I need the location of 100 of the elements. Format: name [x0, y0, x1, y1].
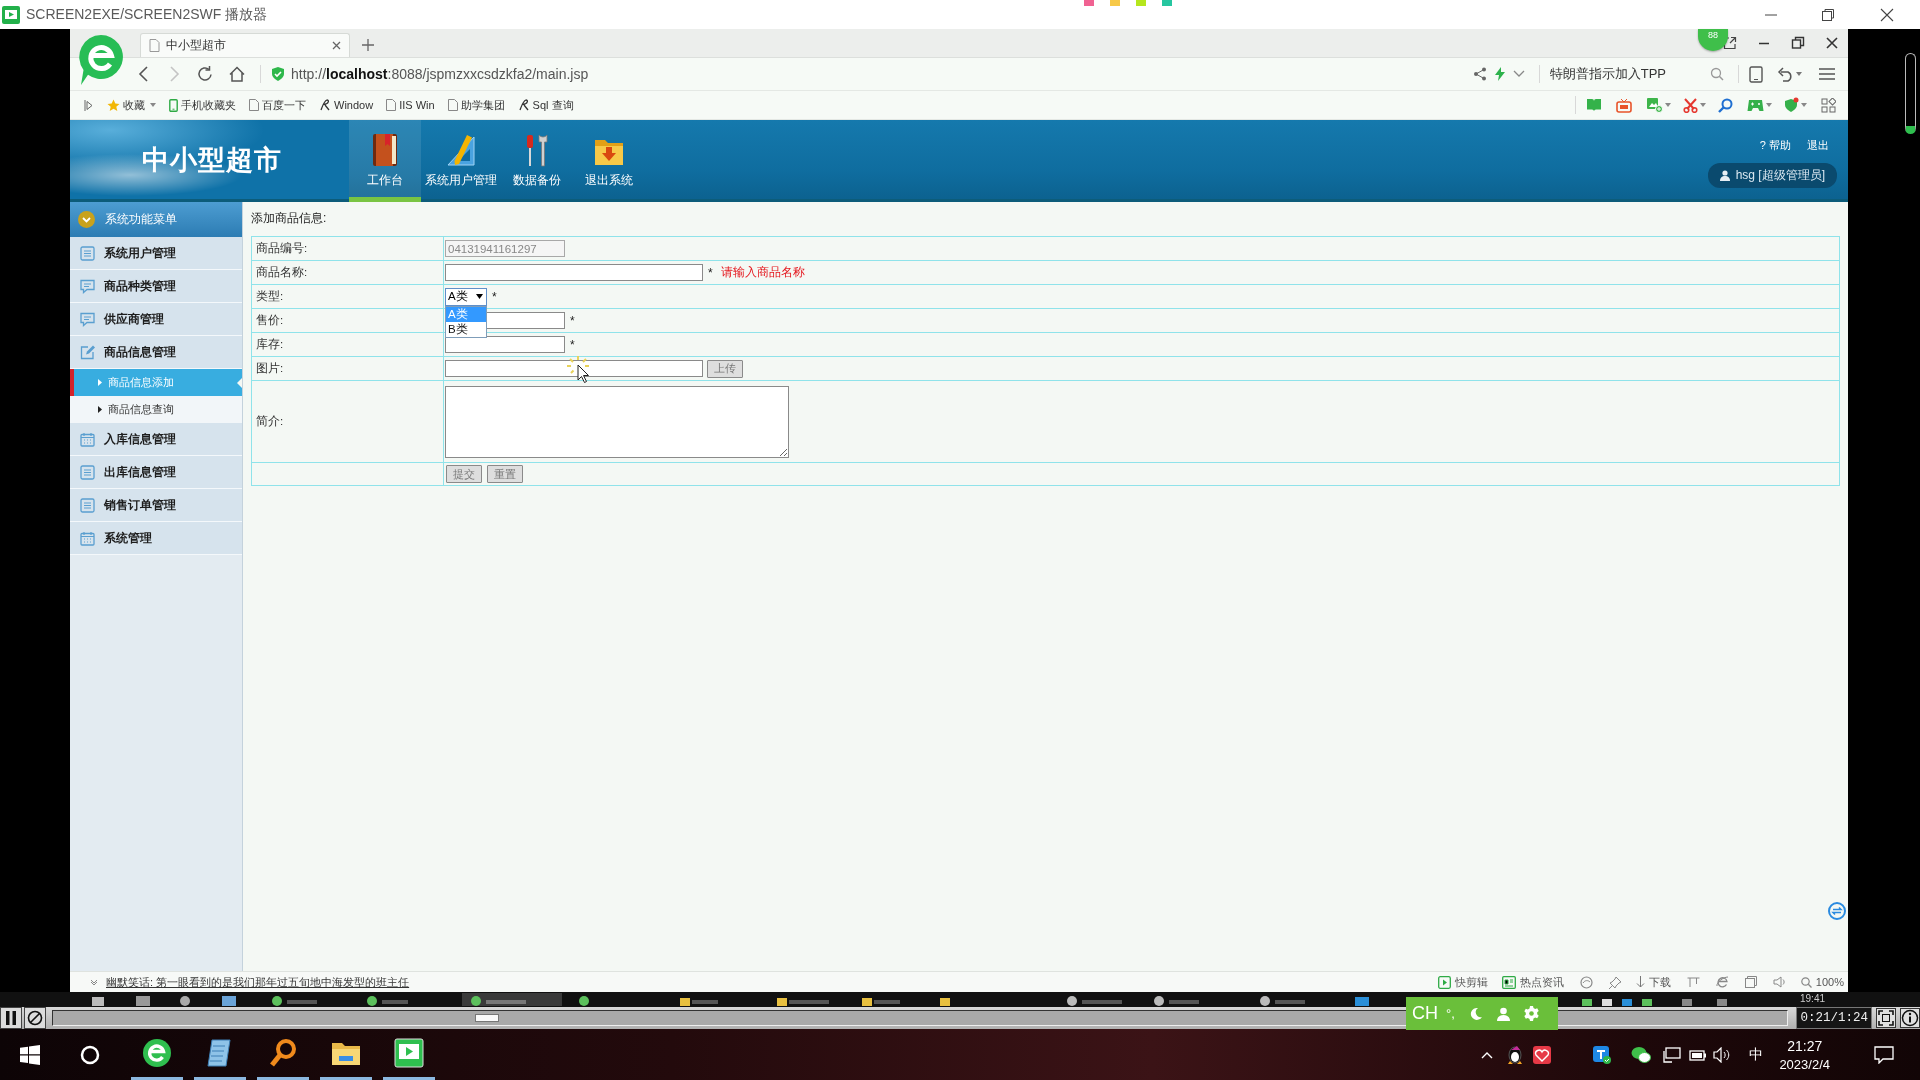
sidebar-toggle-icon[interactable]	[84, 99, 93, 111]
shield-icon[interactable]	[1784, 97, 1799, 113]
person-icon[interactable]	[1496, 1006, 1510, 1021]
restore-icon[interactable]	[1791, 36, 1805, 50]
nav-tab[interactable]: 工作台	[349, 120, 421, 202]
bookmark-link[interactable]: Sql 查询	[517, 97, 574, 113]
layout-icon[interactable]	[1686, 976, 1700, 988]
chevron-up-icon[interactable]	[1481, 1050, 1494, 1059]
windows-start-icon[interactable]	[20, 1044, 40, 1065]
chevron-down-icon[interactable]	[90, 979, 98, 985]
sidebar-item[interactable]: 商品信息管理	[70, 336, 242, 369]
close-icon[interactable]	[1825, 36, 1839, 50]
logout-link[interactable]: 退出	[1807, 138, 1829, 153]
tv-icon[interactable]	[1616, 97, 1632, 113]
bookmark-link[interactable]: 收藏	[107, 97, 156, 113]
undo-icon[interactable]	[1777, 66, 1794, 82]
sidebar-item[interactable]: 入库信息管理	[70, 423, 242, 456]
speaker-icon[interactable]	[1772, 976, 1787, 988]
gamepad-icon[interactable]	[1747, 98, 1764, 112]
globe-e-icon[interactable]	[1715, 975, 1729, 989]
search-icon[interactable]	[1710, 67, 1724, 81]
restore-icon[interactable]	[1821, 7, 1835, 22]
penguin-icon[interactable]	[1507, 1044, 1524, 1065]
nav-tab[interactable]: 退出系统	[573, 120, 645, 202]
sidebar-item[interactable]: 商品种类管理	[70, 270, 242, 303]
cloud-check-icon[interactable]	[1593, 1045, 1612, 1064]
status-tool-link[interactable]: 快剪辑	[1437, 974, 1488, 990]
share-icon[interactable]	[1472, 67, 1487, 81]
text-field[interactable]	[445, 264, 703, 281]
download-link[interactable]: 下载	[1635, 974, 1671, 990]
caret-icon[interactable]	[1801, 103, 1807, 107]
battery-icon[interactable]	[1689, 1048, 1708, 1061]
bookmark-link[interactable]: Window	[319, 99, 374, 111]
image-plus-icon[interactable]	[1646, 97, 1663, 113]
nav-tab[interactable]: 数据备份	[501, 120, 573, 202]
sidebar-item[interactable]: 系统用户管理	[70, 237, 242, 270]
scissors-icon[interactable]	[1683, 97, 1698, 113]
address-bar-url[interactable]: http://localhost:8088/jspmzxxcsdzkfa2/main.jsp	[291, 66, 589, 82]
sidebar-item[interactable]: 销售订单管理	[70, 489, 242, 522]
bookmark-link[interactable]: 助学集团	[447, 97, 505, 113]
plus-icon[interactable]	[362, 39, 374, 51]
text-field[interactable]	[445, 360, 703, 377]
moon-icon[interactable]	[1468, 1006, 1483, 1021]
bookmark-link[interactable]: IIS Win	[386, 99, 435, 111]
zoom-control[interactable]: 100%	[1800, 976, 1844, 988]
bookmark-link[interactable]: 百度一下	[249, 97, 306, 113]
chat-bubbles-icon[interactable]	[1631, 1045, 1652, 1064]
pin-icon[interactable]	[1608, 975, 1622, 989]
help-link[interactable]: ? 帮助	[1759, 138, 1791, 153]
nav-tab[interactable]: 系统用户管理	[421, 120, 501, 202]
upload-button[interactable]: 上传	[707, 359, 743, 378]
select-field[interactable]: A类	[445, 287, 487, 306]
network-icon[interactable]	[1663, 1046, 1682, 1063]
caret-icon[interactable]	[1766, 103, 1772, 107]
tablet-icon[interactable]	[1749, 65, 1763, 83]
home-icon[interactable]	[228, 65, 246, 83]
caret-icon[interactable]	[1665, 103, 1671, 107]
caret-icon[interactable]	[1796, 72, 1802, 76]
book-icon[interactable]	[1586, 98, 1602, 112]
sidebar-item[interactable]: 出库信息管理	[70, 456, 242, 489]
pause-button[interactable]	[0, 1007, 22, 1029]
bookmark-link[interactable]: 手机收藏夹	[169, 97, 236, 113]
user-badge[interactable]: hsg [超级管理员]	[1707, 163, 1837, 188]
search-icon[interactable]	[1718, 97, 1733, 113]
lightning-icon[interactable]	[1494, 67, 1505, 81]
close-icon[interactable]	[1880, 7, 1894, 22]
menu-icon[interactable]	[1818, 67, 1836, 81]
fullscreen-icon[interactable]	[1876, 1008, 1896, 1028]
heart-app-icon[interactable]	[1533, 1045, 1552, 1064]
dropdown-option[interactable]: B类	[446, 321, 486, 337]
volume-icon[interactable]	[1713, 1046, 1732, 1063]
stop-button[interactable]	[24, 1007, 46, 1029]
sidebar-item[interactable]: 供应商管理	[70, 303, 242, 336]
window-icon[interactable]	[1744, 976, 1757, 988]
popout-icon[interactable]	[1723, 36, 1737, 50]
text-field[interactable]	[445, 336, 565, 353]
seek-thumb[interactable]	[474, 1014, 499, 1022]
clock-time[interactable]: 21:27	[1787, 1037, 1823, 1054]
gear-icon[interactable]	[1523, 1006, 1539, 1021]
textarea-field[interactable]	[445, 385, 789, 458]
grid-icon[interactable]	[1821, 97, 1836, 113]
clock-date[interactable]: 2023/2/4	[1779, 1056, 1830, 1072]
info-icon[interactable]	[1900, 1008, 1920, 1028]
search-ring-icon[interactable]	[80, 1044, 100, 1065]
notification-icon[interactable]	[1874, 1045, 1894, 1064]
sidebar-subitem[interactable]: 商品信息查询	[70, 396, 242, 423]
news-headline[interactable]: 特朗普指示加入TPP	[1549, 65, 1666, 83]
sidebar-item[interactable]: 系统管理	[70, 522, 242, 555]
chevron-down-icon[interactable]	[1512, 70, 1525, 78]
reload-icon[interactable]	[196, 65, 214, 83]
caret-icon[interactable]	[1700, 103, 1706, 107]
close-icon[interactable]	[332, 41, 341, 50]
status-tool-link[interactable]: 热点资讯	[1501, 974, 1564, 990]
browser-tab[interactable]: 中小型超市	[140, 33, 350, 57]
news-link[interactable]: 幽默笑话: 第一眼看到的是我们那年过五旬地中海发型的班主任	[106, 974, 410, 990]
swirl-icon[interactable]	[1579, 975, 1593, 989]
reset-button[interactable]: 重置	[487, 465, 523, 483]
input-method-indicator[interactable]: 中	[1749, 1045, 1764, 1064]
submit-button[interactable]: 提交	[446, 465, 482, 483]
circle-arrows-icon[interactable]	[1828, 902, 1846, 920]
